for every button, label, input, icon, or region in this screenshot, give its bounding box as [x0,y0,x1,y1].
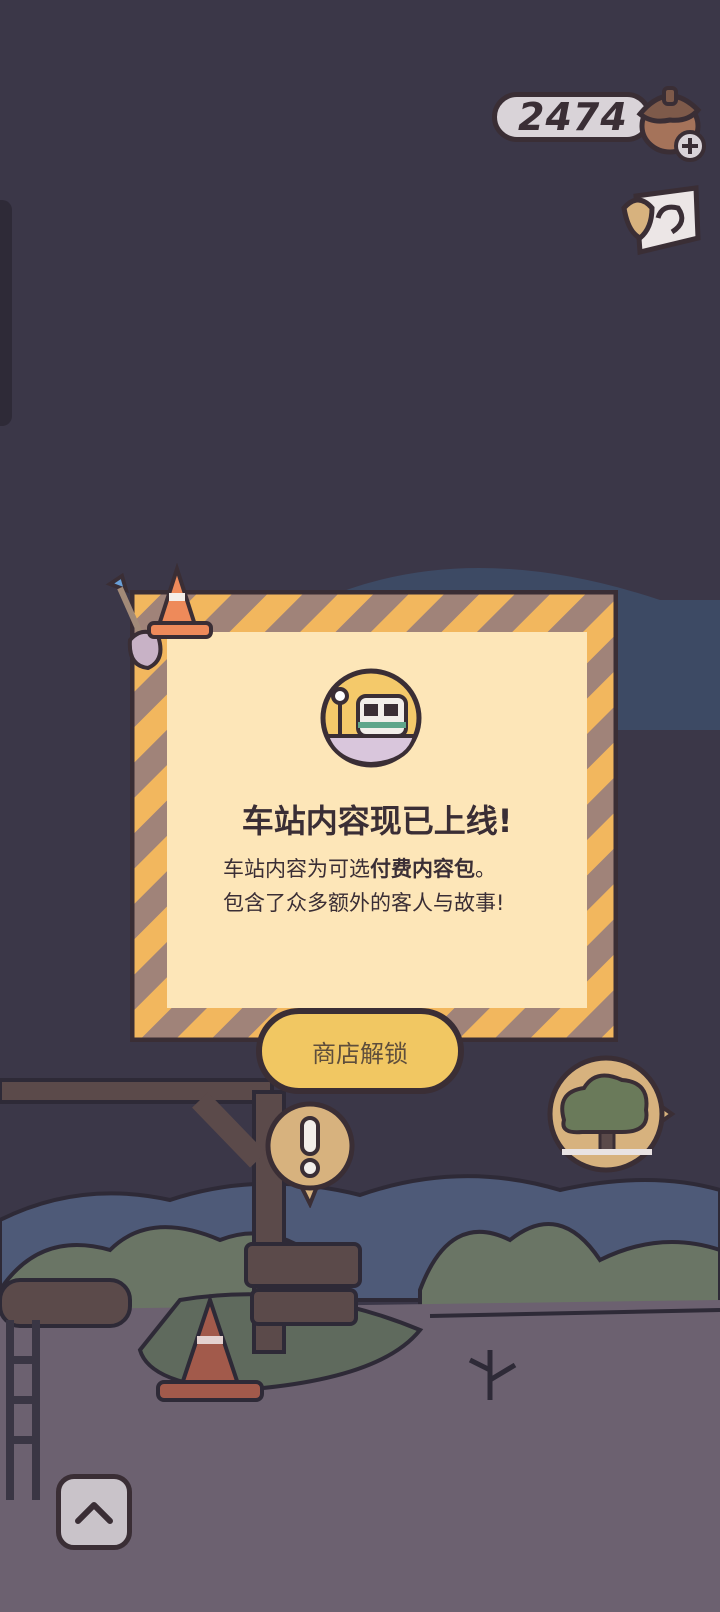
exclamation-icon[interactable] [262,1100,358,1208]
acorn-icon[interactable] [628,74,708,164]
currency-amount: 2474 [518,95,628,139]
ground-cone-base [156,1380,264,1402]
post-brace [192,1092,266,1168]
dialog-body: 车站内容为可选付费内容包。 包含了众多额外的客人与故事! [223,852,583,920]
tree-icon[interactable] [542,1054,682,1174]
sign-board-bottom [250,1288,358,1326]
sign-board-top [244,1242,362,1288]
ticket-icon[interactable] [618,182,704,260]
dialog-body-line-1: 车站内容为可选付费内容包。 [223,857,496,881]
chevron-up-icon [75,1502,113,1524]
scroll-up-button[interactable] [56,1474,132,1550]
wooden-beam [0,1078,274,1104]
dialog-title: 车站内容现已上线! [241,802,513,840]
edge-handle[interactable] [0,200,12,426]
shop-unlock-button[interactable]: 商店解锁 [256,1008,464,1094]
dialog-body-line-2: 包含了众多额外的客人与故事! [223,891,505,915]
traffic-cone-icon [147,563,213,639]
log-pile [0,1278,132,1328]
train-icon [320,668,422,768]
